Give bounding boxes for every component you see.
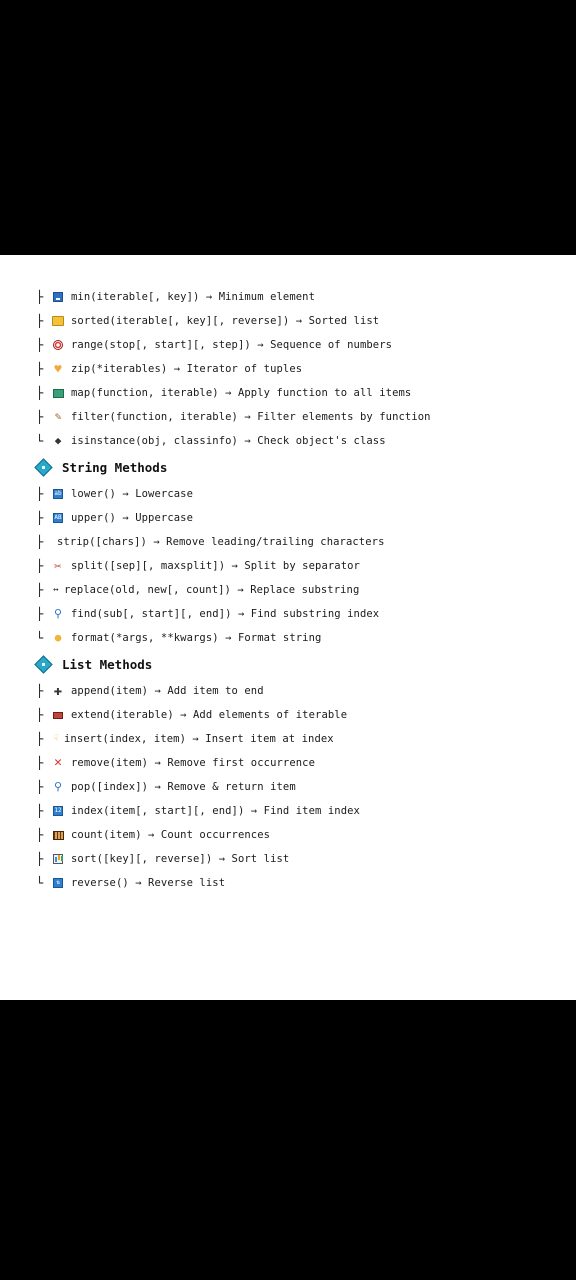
postbox-icon <box>52 709 64 721</box>
plus-cross-icon: ✚ <box>53 683 63 699</box>
method-text: min(iterable[, key]) → Minimum element <box>71 291 316 303</box>
list-item: ├ min(iterable[, key]) → Minimum element <box>36 287 576 307</box>
section-heading-list-methods: List Methods <box>34 653 152 675</box>
method-text: range(stop[, start][, step]) → Sequence … <box>71 339 393 351</box>
book-icon <box>52 387 64 399</box>
tree-branch: ├ <box>36 535 44 549</box>
tree-branch: ├ <box>36 559 44 573</box>
method-text: isinstance(obj, classinfo) → Check objec… <box>71 435 386 447</box>
method-text: replace(old, new[, count]) → Replace sub… <box>64 584 360 596</box>
method-text: count(item) → Count occurrences <box>71 829 271 841</box>
method-text: zip(*iterables) → Iterator of tuples <box>71 363 303 375</box>
list-item: ├ ✂ split([sep][, maxsplit]) → Split by … <box>36 556 576 576</box>
diamond-icon <box>34 457 53 477</box>
red-x-icon: ✕ <box>54 755 62 770</box>
brush-icon: ✎ <box>54 410 62 423</box>
list-item: └ ⇅ reverse() → Reverse list <box>36 873 576 893</box>
tree-branch: ├ <box>36 410 44 424</box>
cheatsheet-page: ├ min(iterable[, key]) → Minimum element… <box>0 255 576 1000</box>
tree-branch: ├ <box>36 780 44 794</box>
list-item: └ ◆ isinstance(obj, classinfo) → Check o… <box>36 431 576 451</box>
list-item: ├ ✕ remove(item) → Remove first occurren… <box>36 753 576 773</box>
tree-branch: ├ <box>36 511 44 525</box>
bar-chart-icon <box>52 853 64 865</box>
method-text: strip([chars]) → Remove leading/trailing… <box>57 536 385 548</box>
tree-branch: ├ <box>36 290 44 304</box>
list-item: ├ strip([chars]) → Remove leading/traili… <box>36 532 576 552</box>
tree-branch: ├ <box>36 852 44 866</box>
method-text: split([sep][, maxsplit]) → Split by sepa… <box>71 560 360 572</box>
reverse-icon: ⇅ <box>52 877 64 889</box>
list-item: ├ AB upper() → Uppercase <box>36 508 576 528</box>
arrows-icon: ↔ <box>53 585 59 595</box>
tree-branch: ├ <box>36 828 44 842</box>
method-text: extend(iterable) → Add elements of itera… <box>71 709 348 721</box>
tree-branch: ├ <box>36 386 44 400</box>
list-item: ├ count(item) → Count occurrences <box>36 825 576 845</box>
list-item: ├ range(stop[, start][, step]) → Sequenc… <box>36 335 576 355</box>
method-text: append(item) → Add item to end <box>71 685 264 697</box>
target-icon <box>52 339 64 351</box>
method-text: remove(item) → Remove first occurrence <box>71 757 316 769</box>
tree-branch: └ <box>36 876 44 890</box>
section-title: List Methods <box>62 656 153 672</box>
tree-branch: ├ <box>36 314 44 328</box>
lightbulb-icon: ● <box>54 631 62 644</box>
tree-branch: └ <box>36 631 44 645</box>
lowercase-icon: ab <box>53 489 63 499</box>
list-item: ├ ⚲ pop([index]) → Remove & return item <box>36 777 576 797</box>
list-item: ├ map(function, iterable) → Apply functi… <box>36 383 576 403</box>
method-text: find(sub[, start][, end]) → Find substri… <box>71 608 380 620</box>
method-text: sorted(iterable[, key][, reverse]) → Sor… <box>71 315 380 327</box>
list-item: ├ ♥ zip(*iterables) → Iterator of tuples <box>36 359 576 379</box>
section-title: String Methods <box>62 459 168 475</box>
list-item: ├ ☟ insert(index, item) → Insert item at… <box>36 729 576 749</box>
method-text: upper() → Uppercase <box>71 512 194 524</box>
magnifier-icon: ⚲ <box>53 607 63 620</box>
tree-branch: ├ <box>36 732 44 746</box>
magnifier-icon: ⚲ <box>53 780 63 793</box>
list-item: ├ ✚ append(item) → Add item to end <box>36 681 576 701</box>
section-heading-string-methods: String Methods <box>34 456 167 478</box>
heart-icon: ♥ <box>54 362 62 376</box>
tree-branch: ├ <box>36 708 44 722</box>
list-item: ├ extend(iterable) → Add elements of ite… <box>36 705 576 725</box>
list-item: ├ ↔ replace(old, new[, count]) → Replace… <box>36 580 576 600</box>
graduation-cap-icon: ◆ <box>54 434 62 447</box>
list-item: ├ 12 index(item[, start][, end]) → Find … <box>36 801 576 821</box>
tree-branch: ├ <box>36 684 44 698</box>
method-text: insert(index, item) → Insert item at ind… <box>64 733 334 745</box>
tree-branch: ├ <box>36 362 44 376</box>
method-text: index(item[, start][, end]) → Find item … <box>71 805 360 817</box>
method-text: format(*args, **kwargs) → Format string <box>71 632 322 644</box>
list-item: ├ ab lower() → Lowercase <box>36 484 576 504</box>
list-item: ├ sorted(iterable[, key][, reverse]) → S… <box>36 311 576 331</box>
method-text: pop([index]) → Remove & return item <box>71 781 296 793</box>
tree-branch: ├ <box>36 756 44 770</box>
list-item: ├ ✎ filter(function, iterable) → Filter … <box>36 407 576 427</box>
uppercase-icon: AB <box>53 513 63 523</box>
tree-branch: └ <box>36 434 44 448</box>
tree-branch: ├ <box>36 607 44 621</box>
scissors-icon: ✂ <box>54 559 62 573</box>
list-item: ├ ⚲ find(sub[, start][, end]) → Find sub… <box>36 604 576 624</box>
diamond-icon <box>34 654 53 674</box>
folder-icon <box>52 315 64 327</box>
method-text: map(function, iterable) → Apply function… <box>71 387 412 399</box>
method-text: lower() → Lowercase <box>71 488 194 500</box>
tree-branch: ├ <box>36 487 44 501</box>
list-item: ├ sort([key][, reverse]) → Sort list <box>36 849 576 869</box>
pointing-hand-icon: ☟ <box>53 734 59 744</box>
method-text: filter(function, iterable) → Filter elem… <box>71 411 431 423</box>
list-item: └ ● format(*args, **kwargs) → Format str… <box>36 628 576 648</box>
method-text: sort([key][, reverse]) → Sort list <box>71 853 290 865</box>
calendar-icon <box>52 291 64 303</box>
abacus-icon <box>52 829 64 841</box>
tree-branch: ├ <box>36 338 44 352</box>
numbers-icon: 12 <box>53 806 63 816</box>
method-text: reverse() → Reverse list <box>71 877 226 889</box>
tree-branch: ├ <box>36 583 44 597</box>
tree-branch: ├ <box>36 804 44 818</box>
